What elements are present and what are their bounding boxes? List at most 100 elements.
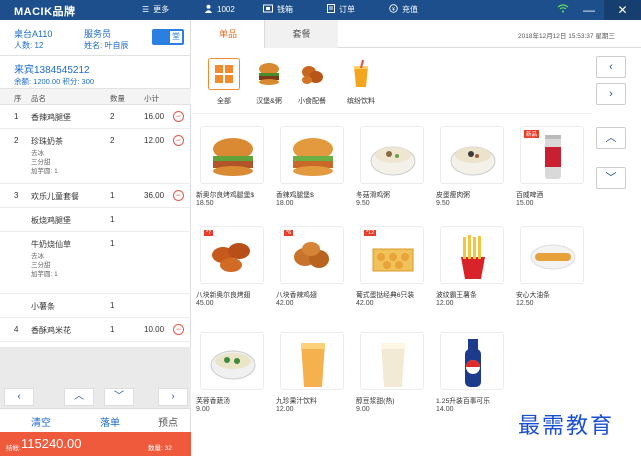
col-subtotal: 小计 — [144, 94, 159, 103]
order-row[interactable]: 3 欢乐儿童套餐 1 36.00− — [0, 184, 191, 208]
order-row[interactable]: 牛奶烧仙草 1 去冰 三分甜 加芋圆: 1 — [0, 232, 191, 294]
product-name: 八块香辣鸡翅 — [276, 292, 317, 299]
place-order-button[interactable]: 落单 — [100, 414, 120, 429]
order-row[interactable]: 4 香酥鸡米花 1 10.00− — [0, 318, 191, 342]
remove-item-icon[interactable]: − — [173, 190, 184, 201]
remove-item-icon[interactable]: − — [173, 135, 184, 146]
order-row[interactable]: 1 香辣鸡腿堡 2 16.00− — [0, 105, 191, 129]
orders-button[interactable]: 订单 — [327, 4, 355, 15]
prev-left-button[interactable]: ‹ — [4, 388, 34, 406]
user-button[interactable]: 1002 — [204, 4, 235, 15]
product-card[interactable]: 新品 百威啤酒 15.00 — [516, 126, 588, 207]
order-option: 加芋圆: 1 — [31, 271, 58, 278]
product-image — [360, 126, 424, 184]
product-grid: 新奥尔良烤鸡腿堡$ 18.50 香辣鸡腿堡$ 18.00 冬菇滑鸡粥 9.50 皮蛋瘦肉粥 9… — [192, 116, 592, 456]
product-image — [280, 126, 344, 184]
product-image: 新品 — [520, 126, 584, 184]
clear-button[interactable]: 清空 — [31, 414, 51, 429]
category-label: 缤纷饮料 — [347, 98, 375, 105]
product-image — [200, 332, 264, 390]
product-name: 皮蛋瘦肉粥 — [436, 192, 470, 199]
product-price: 18.50 — [196, 200, 214, 207]
product-image — [200, 126, 264, 184]
product-card[interactable]: 冬菇滑鸡粥 9.50 — [356, 126, 428, 207]
cashbox-button[interactable]: 钱箱 — [263, 4, 293, 15]
category-prev-button[interactable]: ‹ — [596, 56, 626, 78]
product-card[interactable]: *7 八块新奥尔良烤翅 45.00 — [196, 226, 268, 307]
menu-tabs: 单品 套餐 2018年12月12日 15:53:37 星期三 — [192, 20, 641, 48]
product-name: 安心大油条 — [516, 292, 550, 299]
member-balance: 余额: 1200.00 积分: 300 — [14, 77, 95, 86]
product-price: 45.00 — [196, 300, 214, 307]
category-all[interactable]: 全部 — [204, 58, 244, 106]
order-item-options: 去冰 三分甜 加芋圆: 1 — [31, 252, 58, 279]
order-qty: 1 — [110, 325, 115, 334]
order-seq: 1 — [14, 112, 19, 121]
order-option: 去冰 — [31, 150, 44, 157]
product-card[interactable]: 新奥尔良烤鸡腿堡$ 18.50 — [196, 126, 268, 207]
watermark: 最需教育 — [518, 414, 615, 439]
top-bar: MACIK品牌 ☰ 更多 1002 钱箱 订单 ¥ 充值 — ✕ — [0, 0, 641, 20]
product-image: *7 — [200, 226, 264, 284]
tab-combo[interactable]: 套餐 — [265, 20, 338, 48]
category-burger[interactable]: 汉堡&粥 — [249, 58, 289, 106]
order-item-name: 牛奶烧仙草 — [31, 240, 71, 249]
product-card[interactable]: 九珍果汁饮料 12.00 — [276, 332, 348, 413]
user-icon — [204, 4, 213, 15]
product-price: 9.50 — [436, 200, 450, 207]
minimize-button[interactable]: — — [578, 0, 600, 20]
product-name: 八块新奥尔良烤翅 — [196, 292, 251, 299]
drink-icon — [345, 58, 377, 90]
order-item-name: 板烧鸡腿堡 — [31, 216, 71, 225]
remove-item-icon[interactable]: − — [173, 324, 184, 335]
category-label: 小食配餐 — [298, 98, 326, 105]
col-seq: 序 — [14, 94, 22, 103]
product-card[interactable]: 香辣鸡腿堡$ 18.00 — [276, 126, 348, 207]
scroll-down-button[interactable]: ﹀ — [104, 388, 134, 406]
tab-single[interactable]: 单品 — [192, 20, 265, 48]
order-qty: 2 — [110, 136, 115, 145]
product-scroll-up-button[interactable]: ︿ — [596, 127, 626, 149]
product-image: *12 — [360, 226, 424, 284]
scroll-up-button[interactable]: ︿ — [64, 388, 94, 406]
order-nav: ‹ ︿ ﹀ › — [0, 388, 191, 408]
product-card[interactable]: 芙蓉香蔬汤 9.00 — [196, 332, 268, 413]
order-actions: 清空 落单 预点 — [0, 408, 191, 432]
order-row[interactable]: 小薯条 1 — [0, 294, 191, 318]
category-next-button[interactable]: › — [596, 83, 626, 105]
next-right-button[interactable]: › — [158, 388, 188, 406]
col-qty: 数量 — [110, 94, 125, 103]
product-card[interactable]: *12 葡式蛋挞经典6只装 42.00 — [356, 226, 428, 307]
order-row[interactable]: 板烧鸡腿堡 1 — [0, 208, 191, 232]
checkout-qty: 数量: 32 — [148, 445, 172, 452]
product-card[interactable]: 1.25升装百事可乐 14.00 — [436, 332, 508, 413]
table-name[interactable]: 桌台A110 — [14, 27, 52, 40]
menu-icon: ☰ — [142, 5, 150, 14]
product-card[interactable]: 皮蛋瘦肉粥 9.50 — [436, 126, 508, 207]
more-label: 更多 — [153, 5, 170, 14]
more-menu[interactable]: ☰ 更多 — [142, 4, 169, 15]
remove-item-icon[interactable]: − — [173, 111, 184, 122]
category-drinks[interactable]: 缤纷饮料 — [341, 58, 381, 106]
checkout-bar[interactable]: 结帐: 115240.00 数量: 32 — [0, 432, 191, 456]
close-button[interactable]: ✕ — [604, 0, 641, 20]
chicken-icon — [296, 58, 328, 90]
order-subtotal: 16.00 — [144, 112, 165, 121]
waiter-label[interactable]: 服务员 — [84, 27, 111, 40]
pre-order-button[interactable]: 预点 — [158, 414, 178, 429]
product-scroll-down-button[interactable]: ﹀ — [596, 167, 626, 189]
order-qty: 1 — [110, 301, 115, 310]
product-card[interactable]: 安心大油条 12.50 — [516, 226, 588, 307]
order-row[interactable]: 2 珍珠奶茶 2 12.00− 去冰 三分甜 加芋圆: 1 — [0, 129, 191, 184]
member-info[interactable]: 来宾1384545212 余额: 1200.00 积分: 300 — [0, 56, 191, 89]
product-card[interactable]: *6 八块香辣鸡翅 42.00 — [276, 226, 348, 307]
product-name: 芙蓉香蔬汤 — [196, 398, 230, 405]
recharge-button[interactable]: ¥ 充值 — [389, 4, 418, 15]
product-card[interactable]: 波纹霸王薯条 12.00 — [436, 226, 508, 307]
category-snacks[interactable]: 小食配餐 — [292, 58, 332, 106]
product-card[interactable]: 醇豆浆甜(热) 9.00 — [356, 332, 428, 413]
product-price: 14.00 — [436, 406, 454, 413]
dine-in-toggle[interactable]: 堂 — [152, 29, 184, 45]
order-qty: 1 — [110, 239, 115, 248]
order-seq: 2 — [14, 136, 19, 145]
